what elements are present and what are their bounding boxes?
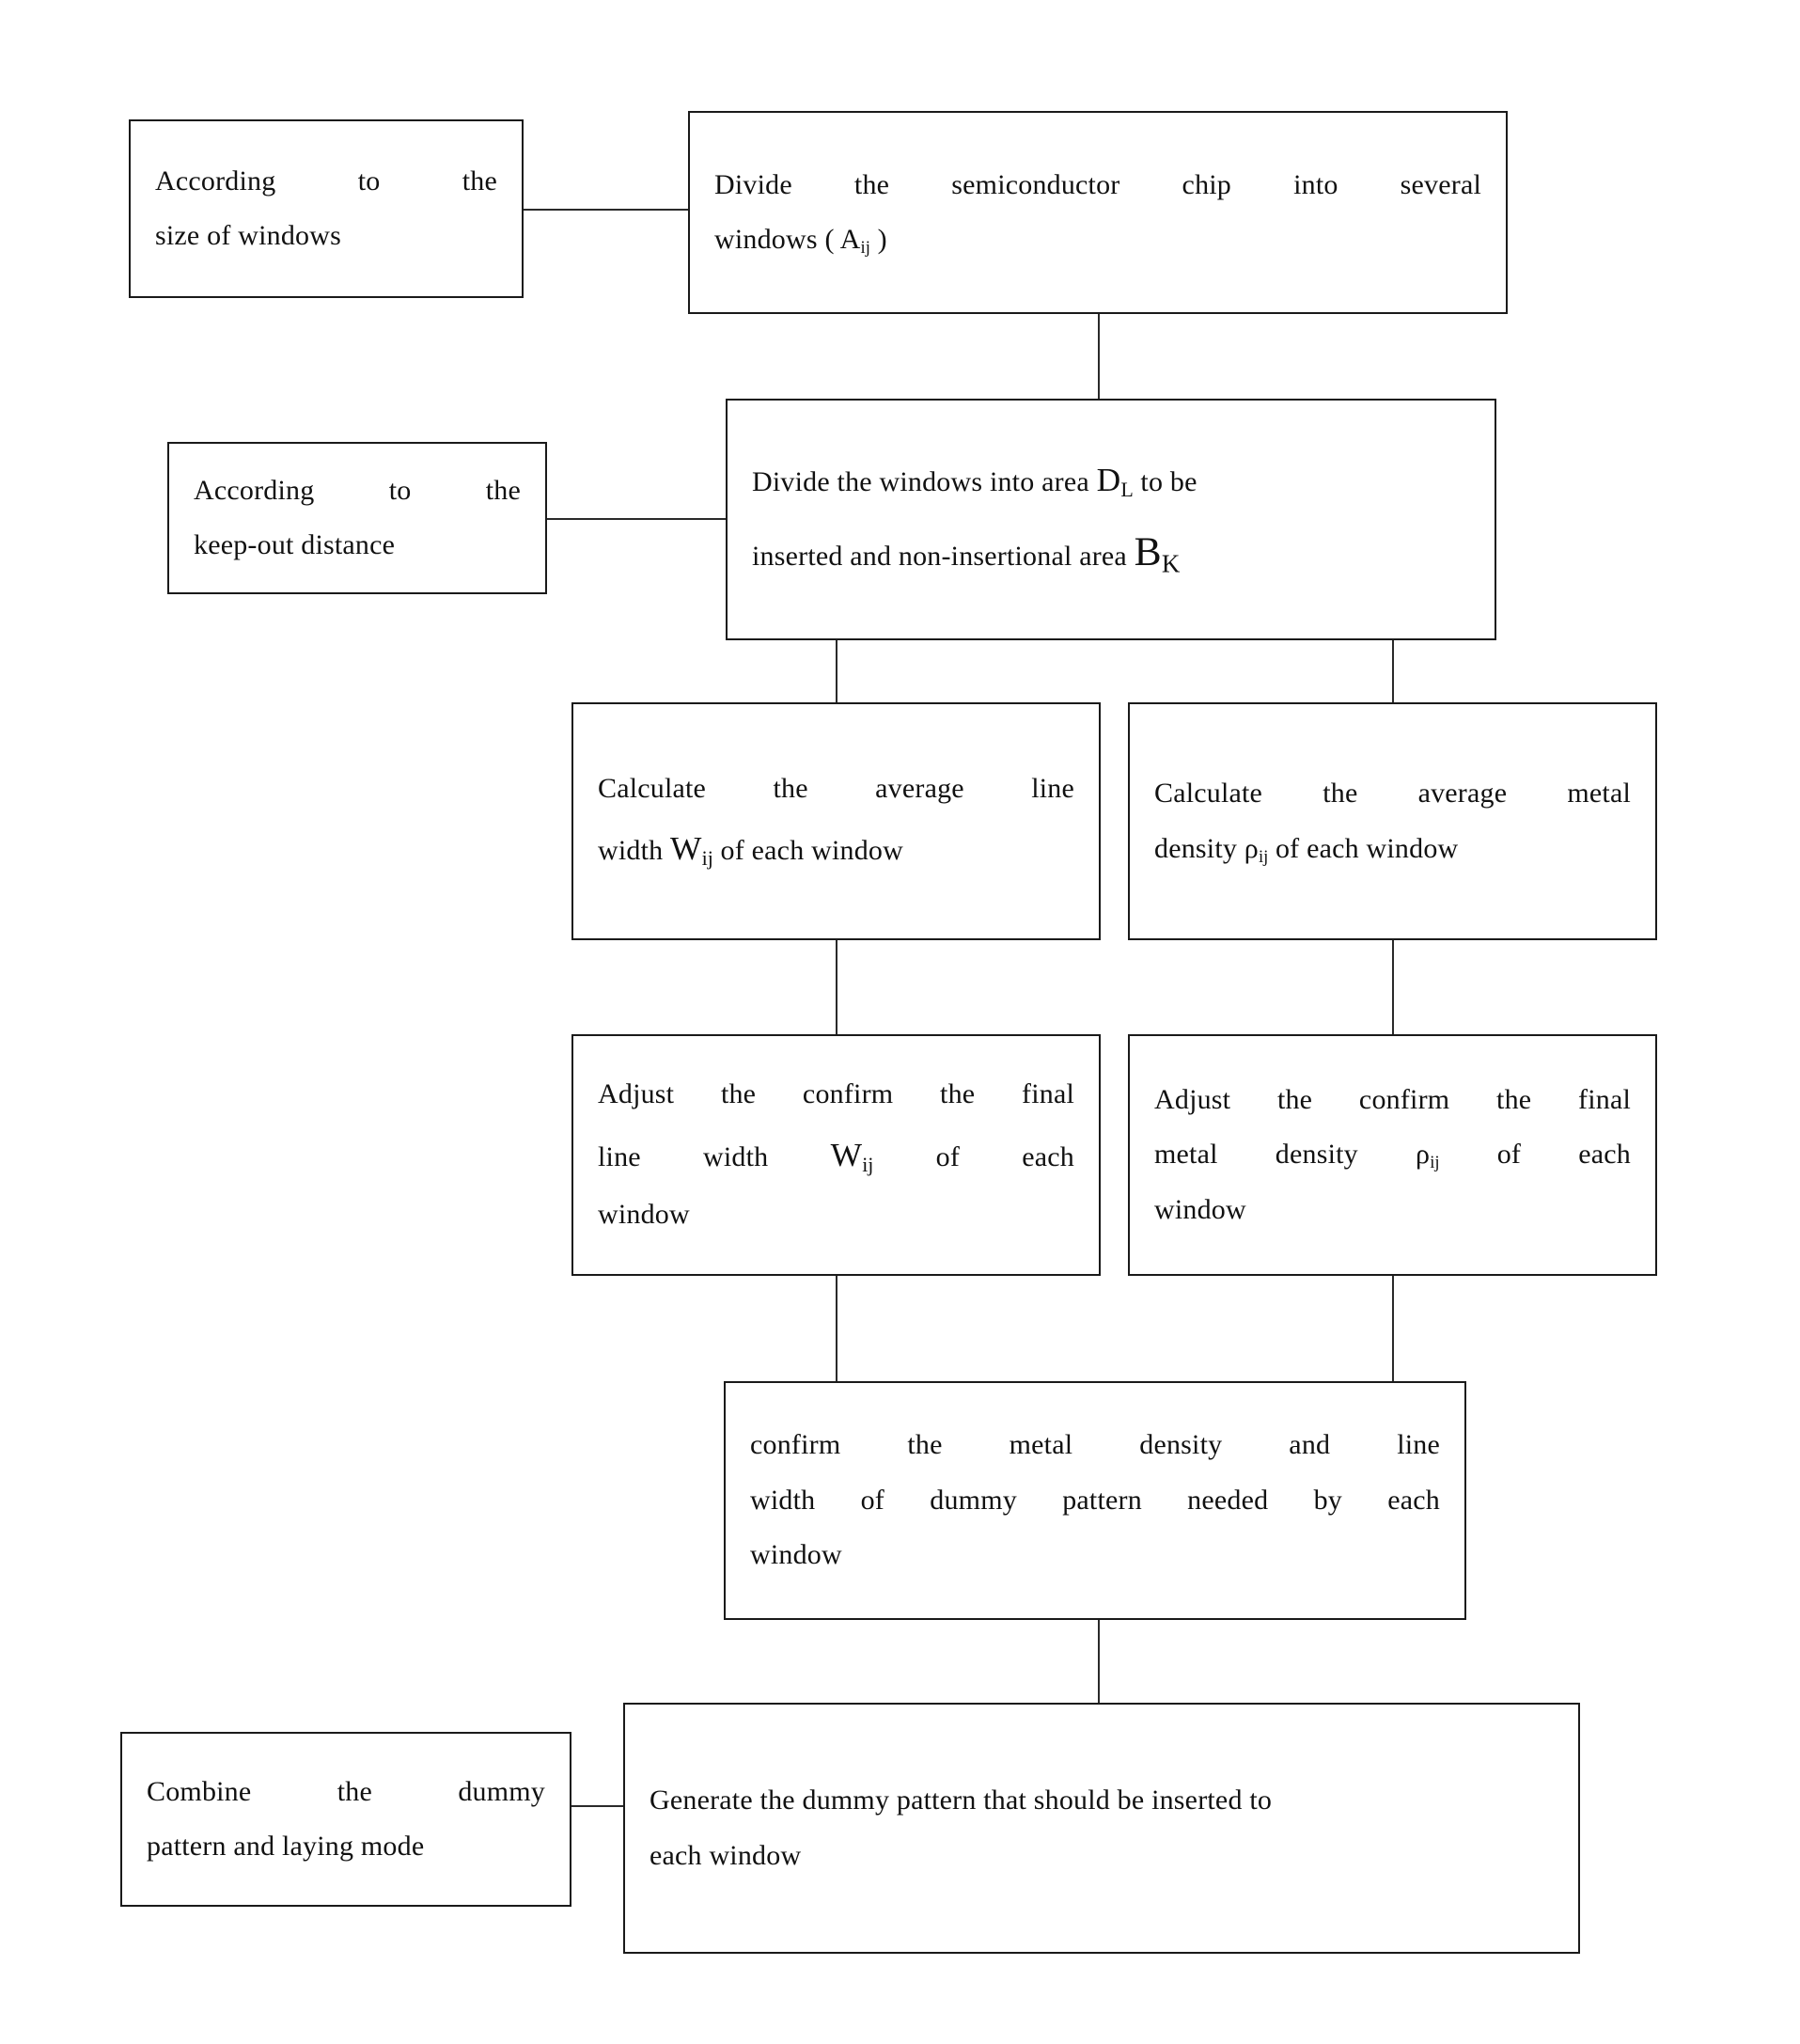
node-line-text: line width (598, 1140, 831, 1172)
node-line: Combine the dummy (147, 1775, 545, 1807)
node-confirm-metal-density-and-line-width[interactable]: confirm the metal density and line width… (724, 1381, 1466, 1620)
node-line: confirm the metal density and line (750, 1429, 1440, 1461)
node-line-text: inserted and non-insertional area (752, 540, 1135, 572)
node-line: inserted and non-insertional area BK (728, 512, 1495, 592)
node-line-text: to be (1133, 465, 1197, 497)
connector-calc-line-width-to-adjust-line-width (836, 940, 837, 1034)
connector-divide-windows-to-calc-line-width (836, 640, 837, 702)
node-line: window (750, 1539, 842, 1571)
connector-window-size-to-divide-chip (524, 209, 688, 211)
node-line-text: windows ( A (714, 224, 861, 255)
node-line: keep-out distance (194, 529, 396, 560)
node-line: metal density ρij of each (1130, 1127, 1655, 1183)
connector-keepout-to-divide-windows (547, 518, 726, 520)
node-line: window (1154, 1193, 1246, 1225)
node-calculate-average-metal-density[interactable]: Calculate the average metal density ρij … (1128, 702, 1657, 940)
node-according-to-keep-out-distance[interactable]: According to the keep-out distance (167, 442, 547, 594)
connector-adjust-line-width-to-confirm (836, 1276, 837, 1381)
variable-rho-ij: ρij (1416, 1139, 1440, 1173)
node-line-text: of each window (712, 835, 903, 867)
variable-d-l: DL (1096, 460, 1134, 501)
node-line: window (598, 1199, 690, 1231)
node-line: According to the (155, 165, 497, 197)
node-line: Divide the semiconductor chip into sever… (714, 168, 1481, 200)
connector-divide-windows-to-calc-metal-density (1392, 640, 1394, 702)
node-line: windows ( Aij ) (690, 212, 1506, 268)
node-line-text: Divide the windows into area (752, 465, 1097, 497)
node-divide-semiconductor-chip[interactable]: Divide the semiconductor chip into sever… (688, 111, 1508, 314)
node-line-text: of each window (1268, 832, 1459, 864)
node-line: Adjust the confirm the final (598, 1078, 1074, 1110)
subscript-ij: ij (860, 238, 870, 259)
node-line: Calculate the average metal (1154, 778, 1631, 809)
node-line-text: of each (873, 1140, 1074, 1172)
node-line-text: width (598, 835, 671, 867)
node-line-text: of each (1439, 1139, 1631, 1171)
node-line: width Wij of each window (573, 816, 1099, 881)
node-line: pattern and laying mode (147, 1831, 425, 1862)
node-line: Adjust the confirm the final (1154, 1083, 1631, 1115)
node-line: Divide the windows into area DL to be (728, 448, 1495, 512)
flowchart-canvas: According to the size of windows Divide … (0, 0, 1800, 2044)
node-calculate-average-line-width[interactable]: Calculate the average line width Wij of … (571, 702, 1101, 940)
node-line-text: ) (869, 224, 887, 255)
node-divide-windows-into-areas[interactable]: Divide the windows into area DL to be in… (726, 399, 1496, 640)
variable-w-ij: Wij (830, 1135, 874, 1177)
node-adjust-confirm-final-metal-density[interactable]: Adjust the confirm the final metal densi… (1128, 1034, 1657, 1276)
connector-divide-chip-to-divide-windows (1098, 314, 1100, 399)
connector-combine-to-generate (571, 1805, 623, 1807)
node-line-text: metal density (1154, 1139, 1417, 1171)
node-line: width of dummy pattern needed by each (750, 1484, 1440, 1516)
node-line: Calculate the average line (598, 772, 1074, 804)
node-according-to-size-of-windows[interactable]: According to the size of windows (129, 119, 524, 298)
node-adjust-confirm-final-line-width[interactable]: Adjust the confirm the final line width … (571, 1034, 1101, 1276)
variable-w-ij: Wij (670, 829, 713, 871)
connector-confirm-to-generate (1098, 1620, 1100, 1703)
node-line: size of windows (155, 220, 341, 251)
variable-rho-ij: ρij (1244, 832, 1269, 867)
node-line: density ρij of each window (1130, 822, 1655, 877)
variable-b-k: BK (1134, 528, 1181, 578)
node-line: According to the (194, 474, 521, 506)
node-line: line width Wij of each (573, 1123, 1099, 1187)
node-combine-dummy-pattern-and-laying-mode[interactable]: Combine the dummy pattern and laying mod… (120, 1732, 571, 1907)
node-generate-dummy-pattern[interactable]: Generate the dummy pattern that should b… (623, 1703, 1580, 1954)
node-line: Generate the dummy pattern that should b… (650, 1785, 1273, 1816)
node-line: each window (650, 1839, 802, 1871)
connector-calc-metal-density-to-adjust-metal-density (1392, 940, 1394, 1034)
node-line-text: density (1154, 832, 1244, 864)
connector-adjust-metal-density-to-confirm (1392, 1276, 1394, 1381)
